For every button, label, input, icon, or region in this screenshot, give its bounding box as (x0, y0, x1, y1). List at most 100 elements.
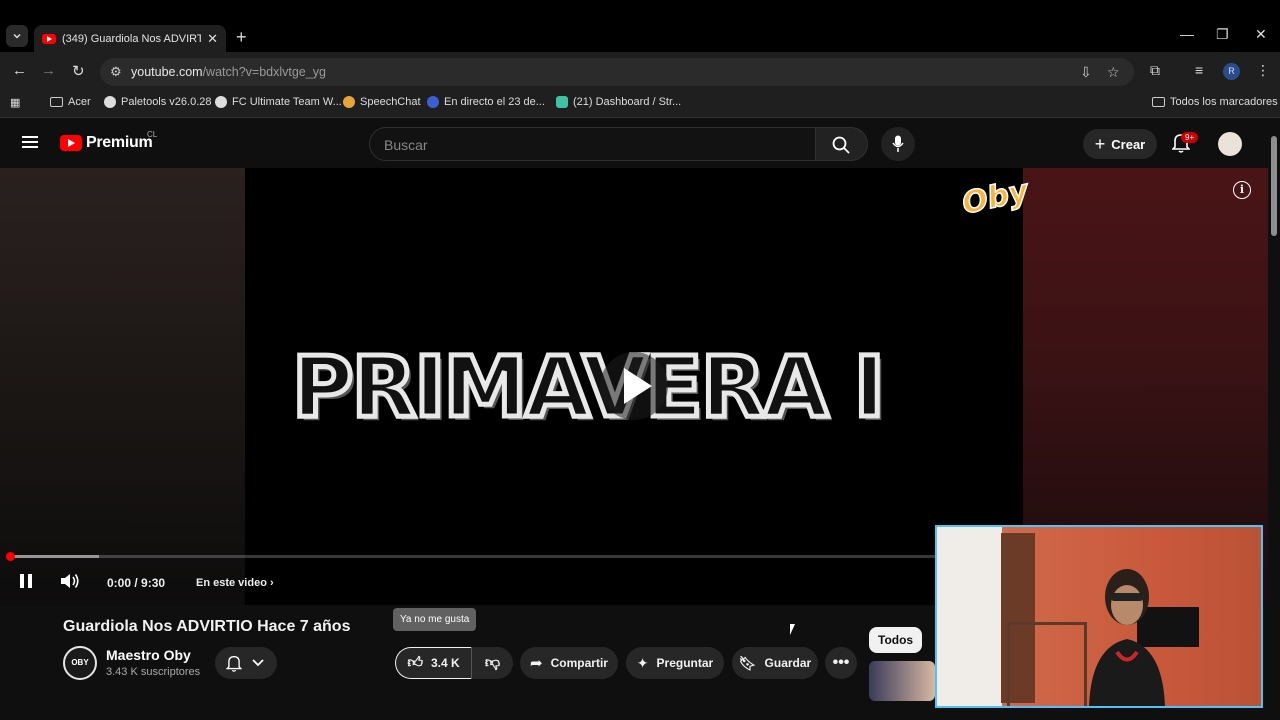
bookmark-item[interactable]: FC Ultimate Team W... (215, 96, 342, 108)
chevron-down-icon (13, 33, 21, 39)
youtube-logo-icon[interactable] (60, 135, 82, 151)
globe-icon (215, 96, 227, 108)
profile-avatar[interactable]: R (1223, 63, 1240, 80)
create-button[interactable]: + Crear (1083, 129, 1157, 159)
webcam-person (1089, 569, 1165, 706)
video-title: Guardiola Nos ADVIRTIO Hace 7 años (63, 618, 351, 635)
subscription-bell-button[interactable] (215, 647, 277, 679)
channel-watermark[interactable]: Oby (958, 173, 1032, 223)
bookmark-label: En directo el 23 de... (444, 96, 545, 108)
video-side-blur-left (0, 168, 245, 605)
dislike-button[interactable]: 👎︎ (471, 647, 513, 679)
bookmark-item[interactable]: SpeechChat (343, 96, 421, 108)
plus-icon: + (1094, 133, 1106, 154)
browser-toolbar: ← → ↻ ⚙ youtube.com/watch?v=bdxlvtge_yg … (0, 52, 1280, 90)
notification-count-badge: 9+ (1181, 132, 1199, 143)
globe-icon (104, 96, 116, 108)
search-placeholder: Buscar (384, 137, 428, 153)
speechchat-icon (343, 96, 355, 108)
scrollbar-thumb[interactable] (1271, 136, 1277, 236)
youtube-favicon-icon (42, 33, 56, 44)
bookmark-label: FC Ultimate Team W... (232, 96, 342, 108)
account-avatar[interactable] (1218, 132, 1242, 156)
tab-search-button[interactable] (6, 25, 28, 47)
url-host: youtube.com (131, 65, 203, 79)
share-icon: ➦ (530, 655, 543, 672)
tooltip: Ya no me gusta (393, 608, 477, 631)
bookmark-label: SpeechChat (360, 96, 421, 108)
chapters-button[interactable]: En este video › (196, 577, 274, 589)
install-app-icon[interactable]: ⇩ (1080, 64, 1092, 81)
chevron-down-icon (252, 659, 264, 667)
extensions-icon[interactable]: ⧉ (1150, 62, 1160, 79)
bookmark-label: Acer (68, 96, 91, 108)
bookmark-star-icon[interactable]: ☆ (1107, 64, 1120, 81)
site-info-icon[interactable]: ⚙ (110, 64, 122, 80)
progress-scrubber[interactable] (6, 552, 15, 561)
create-label: Crear (1111, 136, 1146, 152)
info-icon[interactable]: i (1233, 181, 1251, 199)
youtube-premium-brand[interactable]: Premium (86, 134, 153, 152)
voice-search-button[interactable] (881, 127, 915, 161)
search-button[interactable] (816, 127, 868, 161)
url-text: youtube.com/watch?v=bdxlvtge_yg (131, 65, 326, 79)
recommended-video-thumbnail[interactable] (869, 661, 935, 701)
bookmark-item[interactable]: (21) Dashboard / Str... (556, 96, 681, 108)
progress-buffered (10, 555, 99, 558)
minimize-icon[interactable]: — (1180, 26, 1194, 42)
bookmark-item[interactable]: Acer (50, 96, 91, 108)
channel-avatar[interactable]: OBY (63, 646, 97, 680)
forward-icon[interactable]: → (41, 62, 56, 79)
search-icon (832, 136, 850, 154)
more-actions-button[interactable]: ••• (825, 647, 857, 679)
thumbs-up-icon: 👍︎ (407, 654, 423, 671)
share-label: Compartir (550, 656, 608, 670)
menu-icon[interactable] (22, 136, 38, 148)
country-code: CL (147, 130, 158, 139)
video-title-card: PRIMAVERA I (290, 336, 888, 439)
chapters-label: En este video (196, 577, 267, 589)
apps-grid-icon[interactable]: ▦ (10, 96, 20, 109)
subscriber-count: 3.43 K suscriptores (106, 666, 201, 678)
search-input[interactable]: Buscar (369, 127, 816, 161)
all-bookmarks-button[interactable]: Todos los marcadores (1152, 96, 1278, 108)
bookmarks-bar: ▦ Acer Paletools v26.0.28 FC Ultimate Te… (0, 90, 1280, 118)
play-overlay-icon[interactable] (598, 350, 670, 422)
volume-icon[interactable] (60, 573, 80, 589)
mouse-cursor (790, 624, 795, 635)
ask-button[interactable]: ✦ Preguntar (626, 647, 724, 679)
url-path: /watch?v=bdxlvtge_yg (202, 65, 326, 79)
filter-chip-todos[interactable]: Todos (869, 627, 923, 653)
browser-tab-active[interactable]: (349) Guardiola Nos ADVIRTI ✕ (34, 25, 226, 52)
microphone-icon (892, 135, 904, 152)
bookmark-item[interactable]: Paletools v26.0.28 (104, 96, 212, 108)
channel-name[interactable]: Maestro Oby (106, 647, 191, 663)
address-bar[interactable]: ⚙ youtube.com/watch?v=bdxlvtge_yg ⇩ ☆ (100, 58, 1134, 86)
save-button[interactable]: 🔖︎ Guardar (732, 647, 818, 679)
new-tab-button[interactable]: + (236, 27, 247, 48)
all-bookmarks-label: Todos los marcadores (1170, 96, 1278, 108)
ask-label: Preguntar (656, 656, 714, 670)
webcam-shelf (1007, 622, 1087, 706)
browser-tab-strip: (349) Guardiola Nos ADVIRTI ✕ + — ❐ ✕ (0, 0, 1280, 52)
reload-icon[interactable]: ↻ (72, 62, 85, 80)
folder-icon (1152, 97, 1165, 107)
more-horizontal-icon: ••• (832, 654, 850, 671)
share-button[interactable]: ➦ Compartir (520, 647, 618, 679)
chevron-right-icon: › (269, 577, 274, 589)
tab-close-icon[interactable]: ✕ (207, 31, 218, 47)
sparkle-icon: ✦ (636, 654, 649, 671)
bell-icon (226, 656, 242, 672)
pause-icon[interactable] (19, 573, 33, 589)
save-label: Guardar (764, 656, 812, 670)
bookmark-item[interactable]: En directo el 23 de... (427, 96, 545, 108)
bookmark-label: (21) Dashboard / Str... (573, 96, 682, 108)
media-controls-icon[interactable]: ≡ (1195, 62, 1203, 78)
close-window-icon[interactable]: ✕ (1255, 26, 1267, 43)
back-icon[interactable]: ← (12, 62, 27, 79)
time-display: 0:00 / 9:30 (107, 576, 166, 590)
restore-icon[interactable]: ❐ (1216, 26, 1229, 43)
like-button[interactable]: 👍︎ 3.4 K (395, 647, 471, 679)
bookmark-icon: 🔖︎ (738, 654, 757, 671)
menu-kebab-icon[interactable]: ⋮ (1256, 62, 1270, 79)
